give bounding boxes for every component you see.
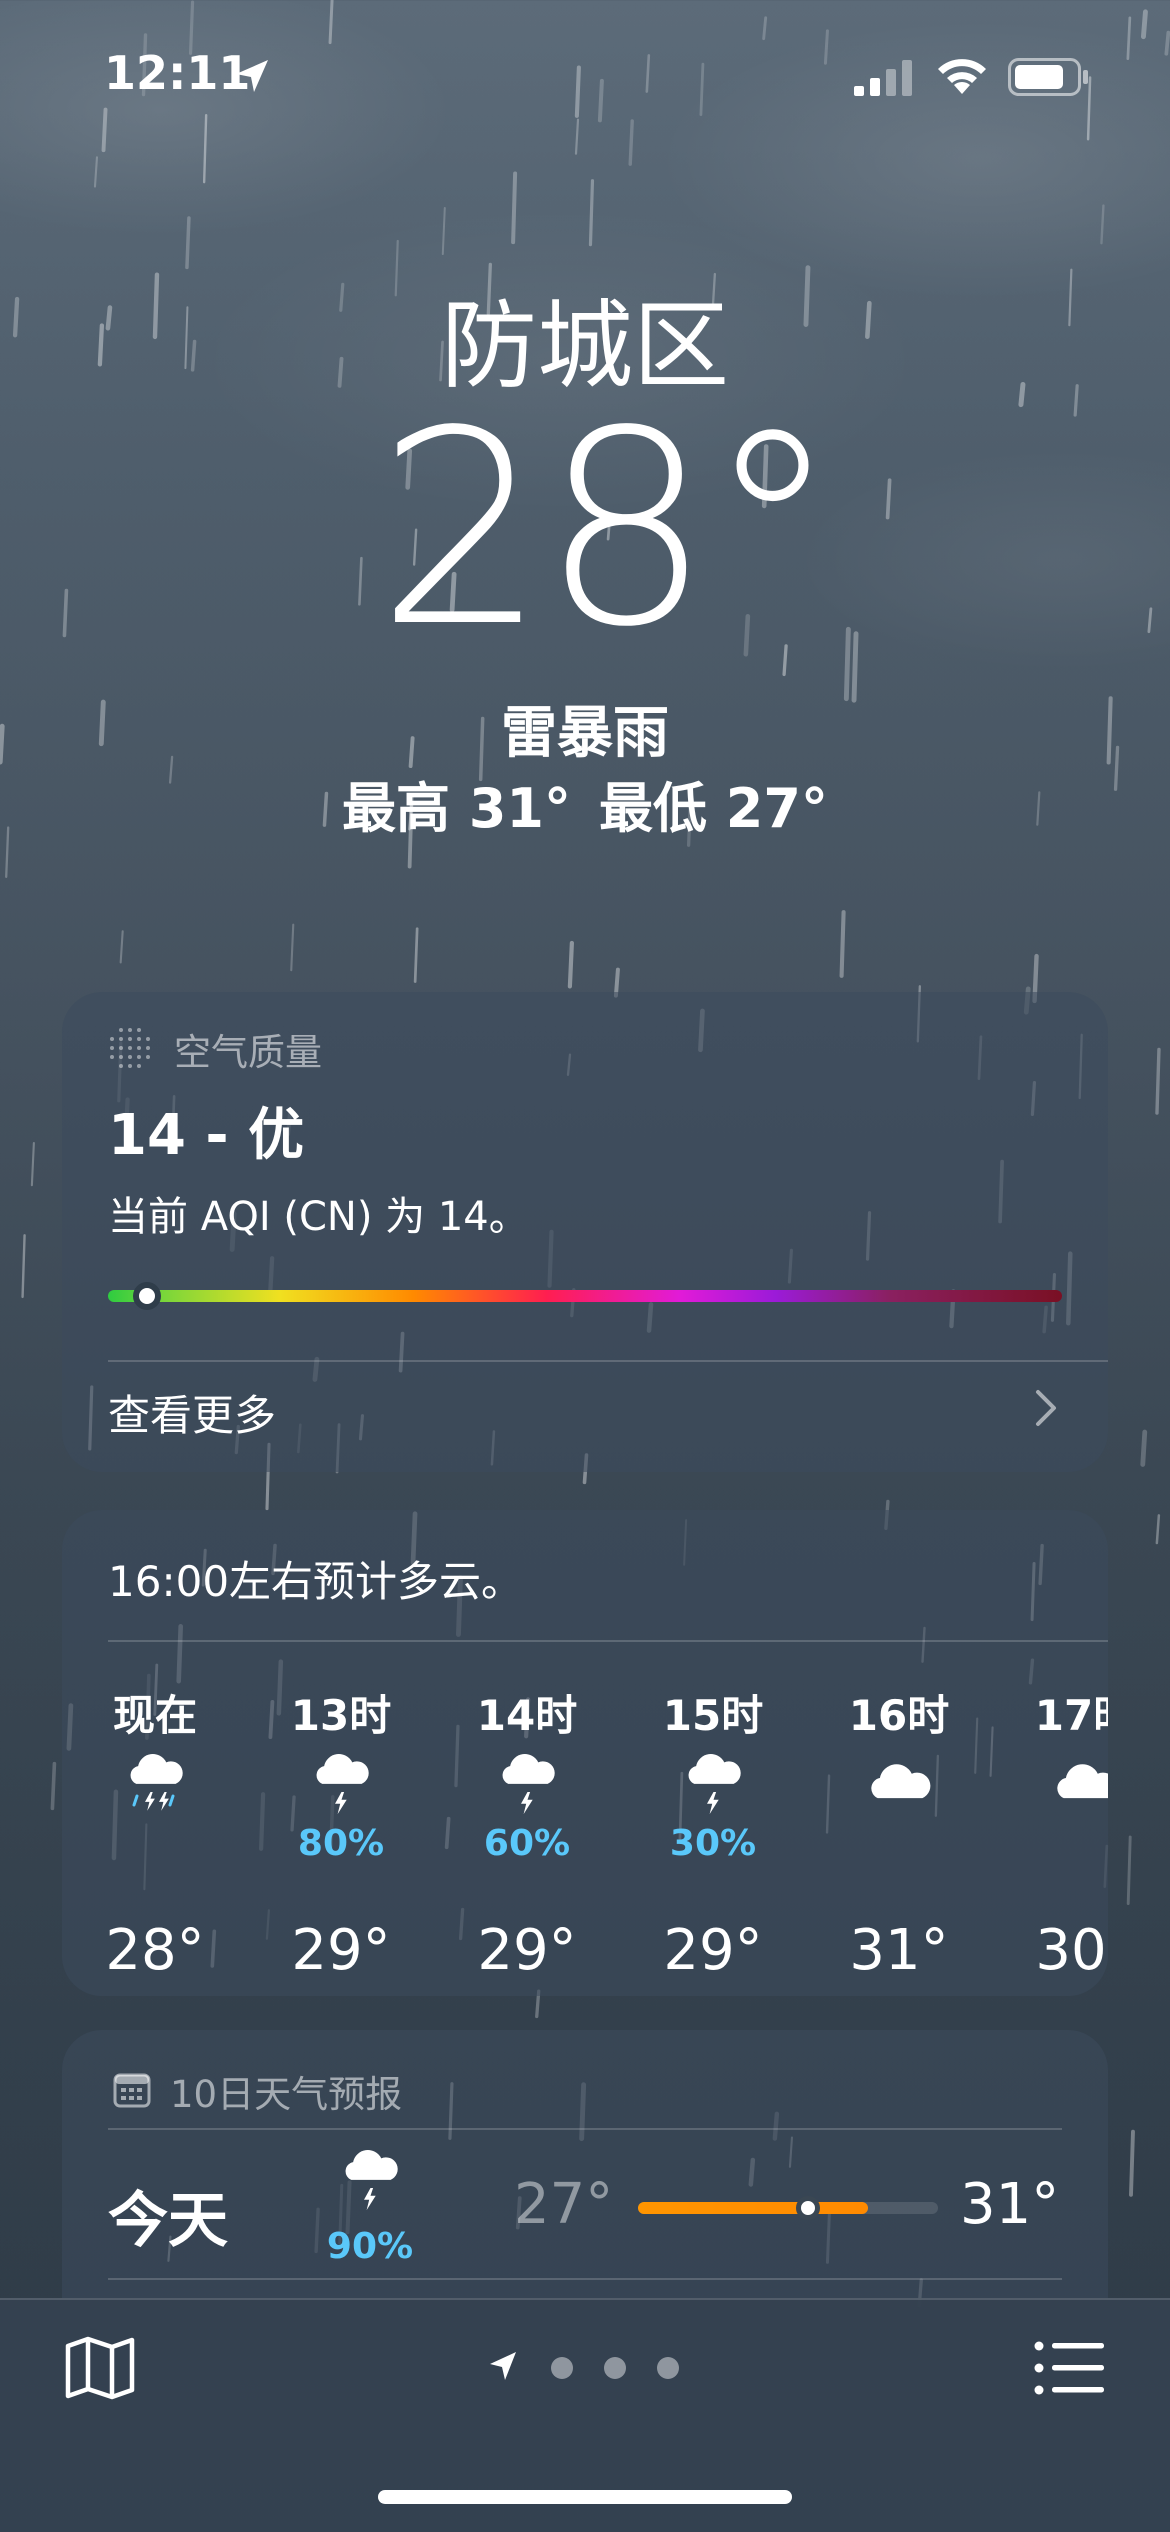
- wifi-icon: [938, 59, 986, 94]
- battery-icon: [1008, 58, 1088, 96]
- page-dot[interactable]: [604, 2357, 626, 2379]
- precipitation-chance: 90%: [326, 2226, 414, 2267]
- hour-label: 15时: [662, 1691, 764, 1740]
- hour-label: 17时: [1034, 1691, 1108, 1740]
- cellular-signal-icon: [854, 60, 912, 96]
- status-bar: 12:11: [0, 0, 1170, 150]
- hour-temperature: 29°: [291, 1918, 391, 1983]
- high-temp: 31°: [960, 2172, 1060, 2237]
- aqi-level-indicator: [132, 1282, 161, 1310]
- hourly-item: 16时 31°: [814, 1682, 984, 1983]
- hourly-item: 13时 80% 29°: [256, 1682, 426, 1983]
- hour-label: 16时: [848, 1691, 950, 1740]
- thunderstorm-rain-icon: [130, 1754, 183, 1811]
- high-temp: 最高 31°: [342, 777, 571, 840]
- thunderstorm-icon: [316, 1754, 369, 1815]
- chevron-right-icon[interactable]: [1030, 1386, 1064, 1430]
- aqi-dots-icon: [110, 1028, 150, 1068]
- low-temp: 27°: [514, 2172, 614, 2237]
- high-low-temps: 最高 31° 最低 27°: [0, 764, 1170, 843]
- precipitation-chance: 30%: [669, 1823, 757, 1864]
- home-indicator[interactable]: [378, 2490, 792, 2504]
- precipitation-chance: 60%: [483, 1823, 571, 1864]
- hourly-summary: 16:00左右预计多云。: [108, 1557, 524, 1606]
- divider: [108, 2278, 1062, 2280]
- precipitation-chance: [814, 1822, 984, 1866]
- divider: [108, 1360, 1108, 1362]
- hour-label: 现在: [112, 1691, 197, 1740]
- thunderstorm-icon: [345, 2150, 398, 2211]
- hour-temperature: 31°: [849, 1918, 949, 1983]
- location-arrow-icon: [236, 60, 268, 92]
- hour-temperature: 30°: [1035, 1918, 1108, 1983]
- hourly-item: 15时 30% 29°: [628, 1682, 798, 1983]
- hour-label: 13时: [290, 1691, 392, 1740]
- low-temp: 最低 27°: [599, 777, 828, 840]
- precipitation-chance: 80%: [297, 1823, 385, 1864]
- hourly-forecast-card[interactable]: 16:00左右预计多云。 现在 28° 13时 80% 29° 14时 60% 29° 15时 3…: [62, 1510, 1108, 1996]
- calendar-icon: [113, 2073, 151, 2108]
- hourly-item: 17时 30°: [1000, 1682, 1108, 1983]
- hour-temperature: 29°: [477, 1918, 577, 1983]
- thunderstorm-icon: [502, 1754, 555, 1815]
- divider: [108, 1640, 1108, 1642]
- status-time: 12:11: [104, 46, 251, 100]
- page-dot[interactable]: [657, 2357, 679, 2379]
- aqi-description: 当前 AQI (CN) 为 14。: [108, 1194, 529, 1240]
- hour-temperature: 28°: [105, 1918, 205, 1983]
- page-dot[interactable]: [551, 2357, 573, 2379]
- current-temp-indicator: [796, 2196, 820, 2220]
- hour-temperature: 29°: [663, 1918, 763, 1983]
- divider: [108, 2128, 1062, 2130]
- aqi-value: 14 - 优: [108, 1103, 305, 1168]
- air-quality-header: 空气质量: [174, 1031, 322, 1074]
- cloud-icon: [871, 1764, 931, 1799]
- hourly-item: 现在 28°: [70, 1682, 240, 1983]
- precipitation-chance: [1000, 1822, 1108, 1866]
- thunderstorm-icon: [688, 1754, 741, 1815]
- weather-condition: 雷暴雨: [501, 701, 669, 766]
- ten-day-header: 10日天气预报: [170, 2073, 403, 2116]
- location-arrow-icon: [490, 2352, 516, 2380]
- hourly-item: 14时 60% 29°: [442, 1682, 612, 1983]
- see-more-link[interactable]: 查看更多: [108, 1382, 276, 1443]
- day-name: 今天: [108, 2186, 228, 2256]
- air-quality-card[interactable]: 空气质量 14 - 优 当前 AQI (CN) 为 14。 查看更多: [62, 992, 1108, 1472]
- current-temperature: 28°: [376, 374, 839, 686]
- hour-label: 14时: [476, 1691, 578, 1740]
- map-icon[interactable]: [64, 2336, 136, 2400]
- list-icon[interactable]: [1034, 2340, 1106, 2396]
- temperature-range-fill: [638, 2202, 868, 2214]
- page-indicator[interactable]: [486, 2346, 686, 2390]
- precipitation-chance: [70, 1822, 240, 1866]
- aqi-scale-bar: [108, 1290, 1062, 1302]
- cloud-icon: [1057, 1764, 1108, 1799]
